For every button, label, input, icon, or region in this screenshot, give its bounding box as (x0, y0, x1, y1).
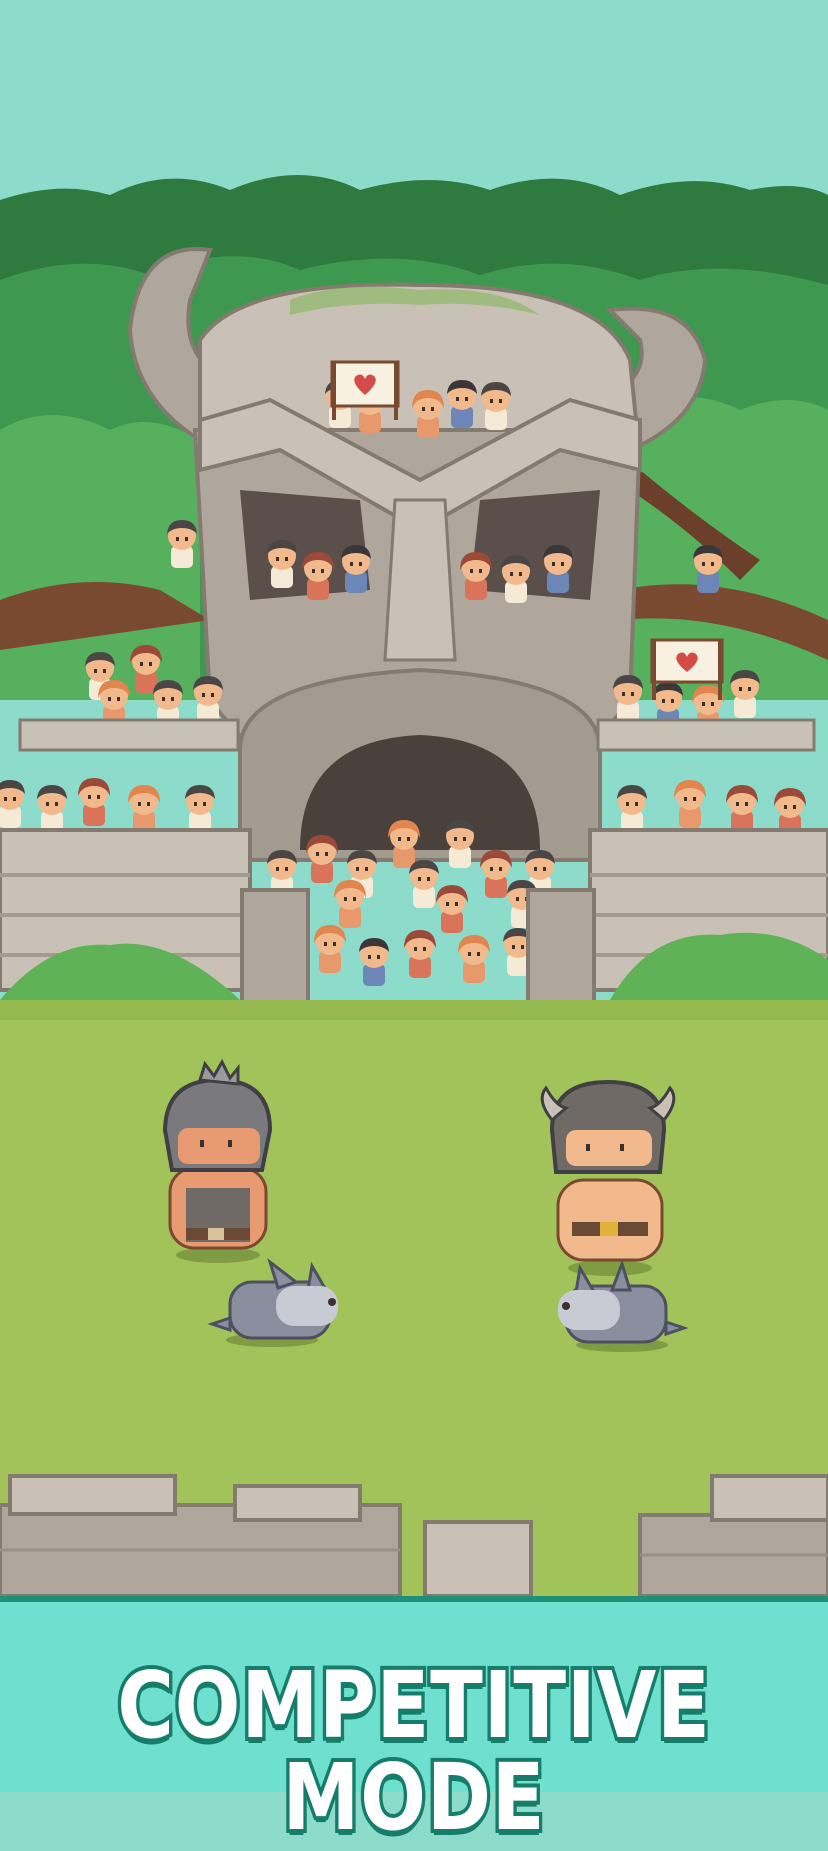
game-scene (0, 0, 828, 1792)
left-fighter-knight (162, 1058, 273, 1263)
mode-banner: COMPETITIVE MODE (0, 1596, 828, 1848)
banner-title: COMPETITIVE MODE (114, 1652, 713, 1851)
